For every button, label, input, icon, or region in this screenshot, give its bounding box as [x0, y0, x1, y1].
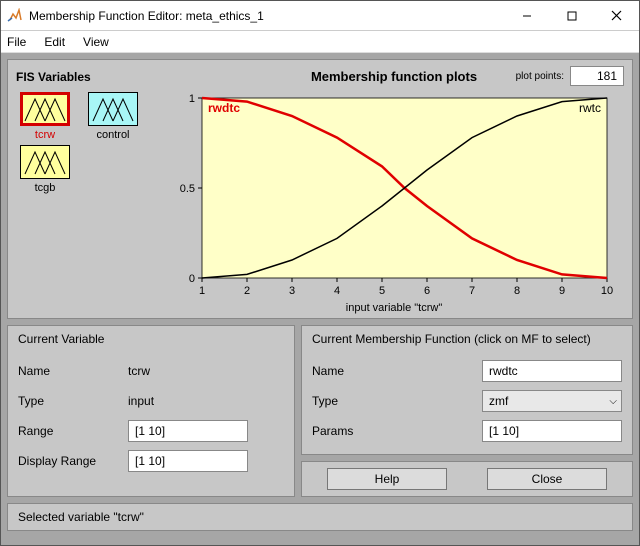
- svg-text:10: 10: [600, 285, 612, 297]
- mf-type-select[interactable]: zmf ⌵: [482, 390, 622, 412]
- menu-edit[interactable]: Edit: [44, 35, 65, 49]
- menubar: File Edit View: [1, 31, 639, 53]
- mf-name-input[interactable]: [482, 360, 622, 382]
- fis-header: FIS Variables: [16, 70, 156, 84]
- app-window: Membership Function Editor: meta_ethics_…: [0, 0, 640, 546]
- cv-range-label: Range: [18, 424, 128, 438]
- fis-var-control[interactable]: control: [84, 92, 142, 141]
- mf-type-label: Type: [312, 394, 422, 408]
- fis-box-tcgb[interactable]: [20, 145, 70, 179]
- mf-glyph-icon: [91, 95, 135, 123]
- content-area: FIS Variables tcrw: [1, 53, 639, 545]
- menu-file[interactable]: File: [7, 35, 26, 49]
- mf-glyph-icon: [23, 95, 67, 123]
- svg-text:rwtc: rwtc: [579, 101, 601, 115]
- help-button[interactable]: Help: [327, 468, 447, 490]
- cv-drange-input[interactable]: [128, 450, 248, 472]
- mf-right-stack: Current Membership Function (click on MF…: [301, 325, 633, 497]
- svg-text:0.5: 0.5: [179, 183, 194, 195]
- fis-box-tcrw[interactable]: [20, 92, 70, 126]
- mf-name-label: Name: [312, 364, 422, 378]
- svg-text:1: 1: [198, 285, 204, 297]
- mf-title: Current Membership Function (click on MF…: [312, 332, 622, 346]
- cv-drange-label: Display Range: [18, 454, 128, 468]
- titlebar: Membership Function Editor: meta_ethics_…: [1, 1, 639, 31]
- cv-title: Current Variable: [18, 332, 284, 346]
- mf-glyph-icon: [23, 148, 67, 176]
- fis-label: tcrw: [35, 129, 55, 141]
- matlab-icon: [7, 8, 23, 24]
- svg-text:6: 6: [423, 285, 429, 297]
- fis-box-control[interactable]: [88, 92, 138, 126]
- svg-text:7: 7: [468, 285, 474, 297]
- svg-text:rwdtc: rwdtc: [208, 101, 240, 115]
- cv-type-value: input: [128, 394, 154, 408]
- fis-var-tcgb[interactable]: tcgb: [16, 145, 74, 194]
- chevron-down-icon: ⌵: [609, 396, 617, 407]
- xaxis-label: input variable "tcrw": [346, 302, 442, 314]
- maximize-button[interactable]: [549, 1, 594, 30]
- fis-label: tcgb: [35, 182, 56, 194]
- help-button-label: Help: [375, 472, 400, 486]
- cv-type-label: Type: [18, 394, 128, 408]
- svg-text:3: 3: [288, 285, 294, 297]
- plot-points-label: plot points:: [516, 71, 564, 82]
- window-buttons: [504, 1, 639, 30]
- svg-text:9: 9: [558, 285, 564, 297]
- fis-label: control: [96, 129, 129, 141]
- cv-range-input[interactable]: [128, 420, 248, 442]
- cv-name-value: tcrw: [128, 364, 150, 378]
- minimize-button[interactable]: [504, 1, 549, 30]
- mf-params-input[interactable]: [482, 420, 622, 442]
- svg-text:2: 2: [243, 285, 249, 297]
- svg-text:5: 5: [378, 285, 384, 297]
- mf-plot[interactable]: 1 2 3 4 5 6 7 8 9 10 0 0.5 1 rwdtc rwtc: [172, 90, 617, 300]
- cv-name-label: Name: [18, 364, 128, 378]
- svg-text:8: 8: [513, 285, 519, 297]
- close-button[interactable]: Close: [487, 468, 607, 490]
- svg-text:4: 4: [333, 285, 339, 297]
- fis-var-tcrw[interactable]: tcrw: [16, 92, 74, 141]
- current-variable-panel: Current Variable Name tcrw Type input Ra…: [7, 325, 295, 497]
- status-text: Selected variable "tcrw": [18, 510, 144, 524]
- fis-variables-panel: FIS Variables tcrw: [16, 66, 156, 194]
- close-button-label: Close: [532, 472, 563, 486]
- status-bar: Selected variable "tcrw": [7, 503, 633, 531]
- mf-params-label: Params: [312, 424, 422, 438]
- svg-text:1: 1: [188, 93, 194, 105]
- window-title: Membership Function Editor: meta_ethics_…: [29, 9, 504, 23]
- svg-text:0: 0: [188, 273, 194, 285]
- mf-type-value: zmf: [489, 394, 508, 408]
- lower-row: Current Variable Name tcrw Type input Ra…: [7, 325, 633, 497]
- menu-view[interactable]: View: [83, 35, 109, 49]
- close-window-button[interactable]: [594, 1, 639, 30]
- plot-panel: Membership function plots plot points: 1…: [164, 66, 624, 314]
- upper-panel: FIS Variables tcrw: [7, 59, 633, 319]
- current-mf-panel: Current Membership Function (click on MF…: [301, 325, 633, 455]
- button-row: Help Close: [301, 461, 633, 497]
- plot-points-input[interactable]: [570, 66, 624, 86]
- plot-title: Membership function plots: [311, 69, 477, 84]
